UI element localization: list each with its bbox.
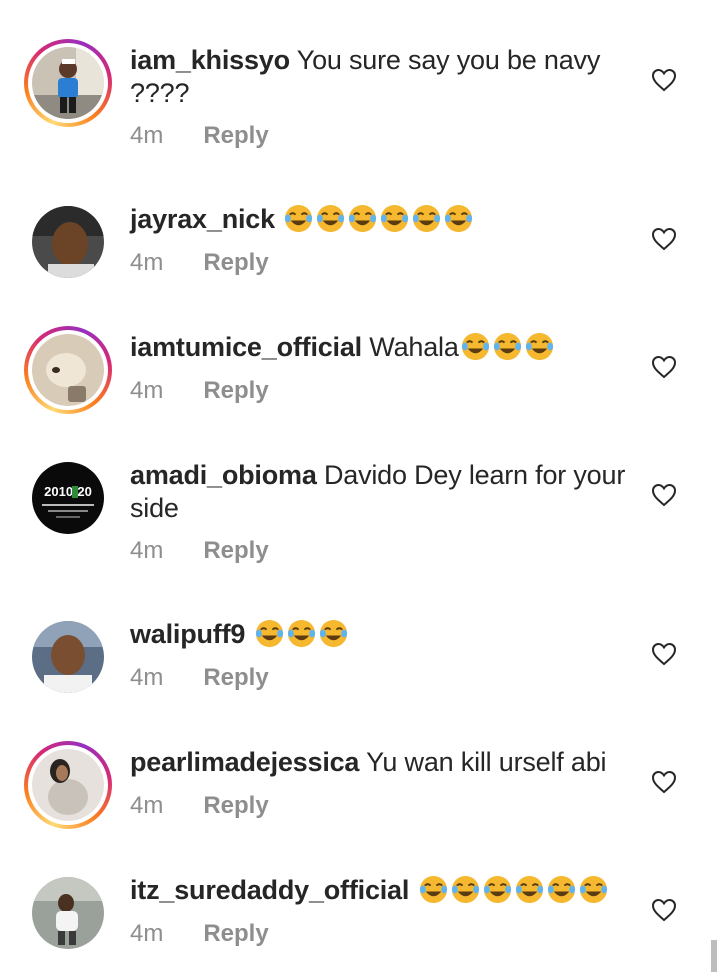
emoji-row <box>459 332 555 362</box>
tears-of-joy-emoji-icon <box>451 875 479 904</box>
emoji-row <box>253 619 349 649</box>
emoji-row <box>282 204 474 234</box>
comment-text: walipuff9 <box>130 618 640 651</box>
avatar <box>32 621 104 693</box>
tears-of-joy-emoji-icon <box>349 204 377 233</box>
tears-of-joy-emoji-icon <box>515 875 543 904</box>
comment-text: amadi_obioma Davido Dey learn for your s… <box>130 459 640 525</box>
reply-button[interactable]: Reply <box>203 664 268 692</box>
tears-of-joy-emoji-icon <box>287 619 315 648</box>
tears-of-joy-emoji-icon <box>319 619 347 648</box>
heart-outline-icon[interactable] <box>651 355 677 379</box>
tears-of-joy-emoji-icon <box>255 619 283 648</box>
comment-meta: 4m Reply <box>130 537 269 565</box>
comment-text: iam_khissyo You sure say you be navy ???… <box>130 44 640 110</box>
avatar-wrap[interactable] <box>24 869 112 957</box>
avatar-story-ring[interactable] <box>24 39 112 127</box>
comment-username[interactable]: iam_khissyo <box>130 45 290 75</box>
scrollbar-thumb[interactable] <box>711 940 717 972</box>
tears-of-joy-emoji-icon <box>381 204 409 233</box>
comment-meta: 4m Reply <box>130 920 269 948</box>
comment-time: 4m <box>130 377 164 404</box>
tears-of-joy-emoji-icon <box>525 332 553 361</box>
comment-username[interactable]: iamtumice_official <box>130 332 362 362</box>
avatar-story-ring[interactable] <box>24 326 112 414</box>
comment-meta: 4m Reply <box>130 122 269 150</box>
reply-button[interactable]: Reply <box>203 792 268 820</box>
comment-text: itz_suredaddy_official <box>130 874 640 907</box>
comment-meta: 4m Reply <box>130 664 269 692</box>
avatar <box>32 334 104 406</box>
avatar: 2010:20 <box>32 462 104 534</box>
comment-time: 4m <box>130 249 164 276</box>
heart-outline-icon[interactable] <box>651 898 677 922</box>
comment-time: 4m <box>130 122 164 149</box>
tears-of-joy-emoji-icon <box>419 875 447 904</box>
comment-username[interactable]: amadi_obioma <box>130 460 317 490</box>
heart-outline-icon[interactable] <box>651 483 677 507</box>
comment-time: 4m <box>130 537 164 564</box>
avatar-wrap[interactable] <box>24 198 112 286</box>
comment-message: Wahala <box>369 332 459 362</box>
tears-of-joy-emoji-icon <box>579 875 607 904</box>
avatar <box>32 877 104 949</box>
comment-username[interactable]: itz_suredaddy_official <box>130 875 409 905</box>
reply-button[interactable]: Reply <box>203 377 268 405</box>
comment-time: 4m <box>130 664 164 691</box>
reply-button[interactable]: Reply <box>203 920 268 948</box>
heart-outline-icon[interactable] <box>651 68 677 92</box>
reply-button[interactable]: Reply <box>203 249 268 277</box>
comment-time: 4m <box>130 792 164 819</box>
tears-of-joy-emoji-icon <box>317 204 345 233</box>
comment-username[interactable]: walipuff9 <box>130 619 245 649</box>
comment-username[interactable]: pearlimadejessica <box>130 747 359 777</box>
comment-message: Yu wan kill urself abi <box>366 747 607 777</box>
comment-meta: 4m Reply <box>130 249 269 277</box>
reply-button[interactable]: Reply <box>203 122 268 150</box>
comment-meta: 4m Reply <box>130 377 269 405</box>
heart-outline-icon[interactable] <box>651 770 677 794</box>
tears-of-joy-emoji-icon <box>285 204 313 233</box>
tears-of-joy-emoji-icon <box>547 875 575 904</box>
emoji-row <box>417 875 609 905</box>
reply-button[interactable]: Reply <box>203 537 268 565</box>
comment-text: pearlimadejessica Yu wan kill urself abi <box>130 746 640 779</box>
heart-outline-icon[interactable] <box>651 227 677 251</box>
avatar-wrap[interactable] <box>24 613 112 701</box>
tears-of-joy-emoji-icon <box>445 204 473 233</box>
avatar-story-ring[interactable] <box>24 741 112 829</box>
avatar <box>32 206 104 278</box>
comment-text: jayrax_nick <box>130 203 640 236</box>
tears-of-joy-emoji-icon <box>483 875 511 904</box>
comment-meta: 4m Reply <box>130 792 269 820</box>
avatar <box>32 47 104 119</box>
avatar <box>32 749 104 821</box>
tears-of-joy-emoji-icon <box>413 204 441 233</box>
comment-time: 4m <box>130 920 164 947</box>
tears-of-joy-emoji-icon <box>493 332 521 361</box>
heart-outline-icon[interactable] <box>651 642 677 666</box>
avatar-text: 2010:20 <box>44 484 92 499</box>
comment-text: iamtumice_official Wahala <box>130 331 640 364</box>
avatar-wrap[interactable]: 2010:20 <box>24 454 112 542</box>
tears-of-joy-emoji-icon <box>461 332 489 361</box>
comment-username[interactable]: jayrax_nick <box>130 204 275 234</box>
